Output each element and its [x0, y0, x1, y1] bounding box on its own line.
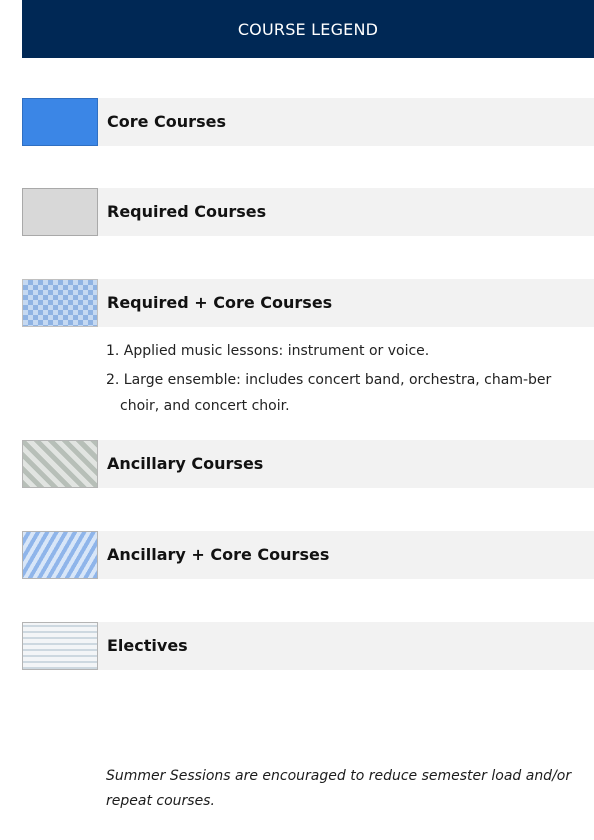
footnote-item: 2. Large ensemble: includes concert band…: [106, 371, 552, 415]
summer-sessions-note: Summer Sessions are encouraged to reduce…: [106, 768, 572, 809]
legend-row-electives: Electives: [22, 622, 594, 670]
legend-label-ancillary-core: Ancillary + Core Courses: [107, 545, 330, 564]
footnote-item: 1. Applied music lessons: instrument or …: [106, 343, 430, 359]
legend-title: COURSE LEGEND: [237, 19, 379, 39]
legend-label-ancillary: Ancillary Courses: [107, 454, 264, 473]
ancillary-swatch: [22, 440, 98, 488]
legend-label-required: Required Courses: [107, 202, 267, 221]
core-swatch: [22, 98, 98, 146]
legend-row-required: Required Courses: [22, 188, 594, 236]
ancillary-core-swatch: [22, 531, 98, 579]
legend-row-ancillary-core: Ancillary + Core Courses: [22, 531, 594, 579]
legend-label-core: Core Courses: [107, 112, 226, 131]
footnotes: 1. Applied music lessons: instrument or …: [106, 338, 576, 422]
electives-swatch: [22, 622, 98, 670]
required-core-swatch: [22, 279, 98, 327]
legend-row-required-core: Required + Core Courses: [22, 279, 594, 327]
legend-header: COURSE LEGEND: [22, 0, 594, 58]
legend-row-core: Core Courses: [22, 98, 594, 146]
required-swatch: [22, 188, 98, 236]
legend-row-ancillary: Ancillary Courses: [22, 440, 594, 488]
legend-label-electives: Electives: [107, 636, 188, 655]
legend-label-required-core: Required + Core Courses: [107, 293, 333, 312]
course-legend-panel: COURSE LEGEND Core Courses Required Cour…: [22, 0, 594, 840]
